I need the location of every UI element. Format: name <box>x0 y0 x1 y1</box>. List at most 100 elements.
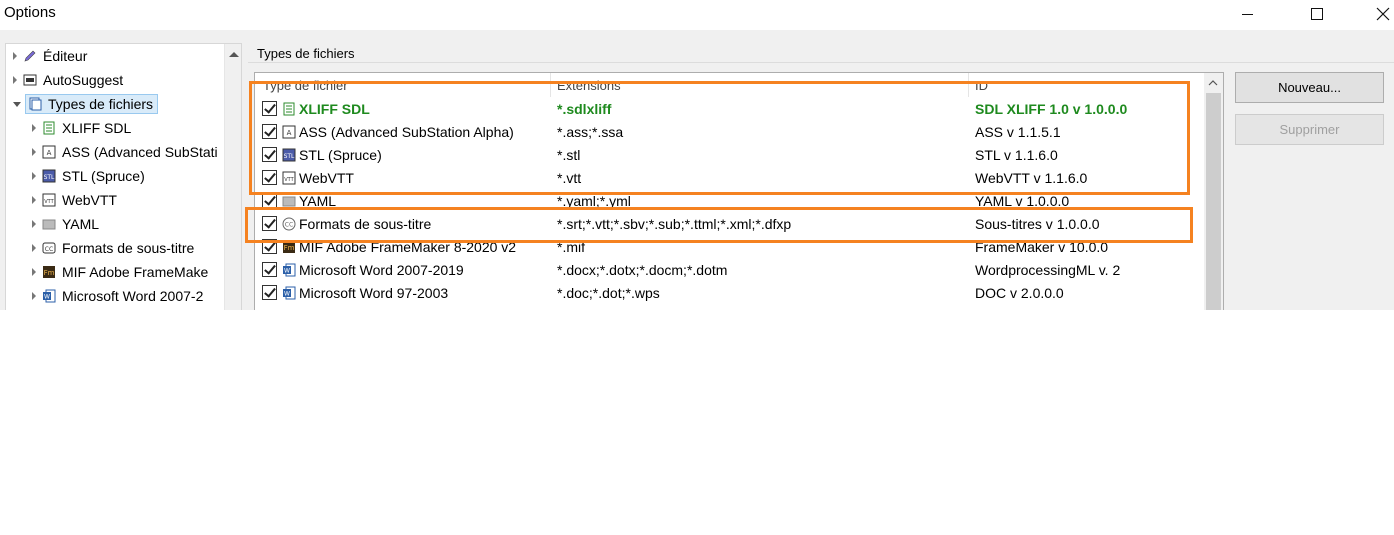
expand-arrow-icon[interactable] <box>13 52 17 60</box>
row-name: Microsoft Word 2007-2019 <box>299 262 464 278</box>
ass-icon: A <box>281 124 297 140</box>
column-header-type[interactable]: Type de fichier <box>263 78 348 93</box>
svg-text:W: W <box>284 268 290 275</box>
options-window: Options Éditeur AutoSuggest Types de fic… <box>0 0 1394 310</box>
row-checkbox[interactable] <box>262 170 277 185</box>
close-icon <box>1376 7 1390 21</box>
tree-item-mif[interactable]: Fm MIF Adobe FrameMake <box>32 260 208 284</box>
collapse-arrow-icon[interactable] <box>13 101 21 107</box>
tree-scrollbar[interactable] <box>224 44 241 310</box>
tree-item-ass[interactable]: A ASS (Advanced SubStati <box>32 140 218 164</box>
column-separator[interactable] <box>550 73 551 97</box>
tree-item-label: XLIFF SDL <box>62 120 132 136</box>
row-name: ASS (Advanced SubStation Alpha) <box>299 124 514 140</box>
fm-icon: Fm <box>281 239 297 255</box>
expand-arrow-icon[interactable] <box>32 172 36 180</box>
row-id: FrameMaker v 10.0.0 <box>975 239 1109 255</box>
column-header-id[interactable]: ID <box>975 78 988 93</box>
table-row[interactable]: VTT WebVTT *.vtt WebVTT v 1.1.6.0 <box>255 167 1205 190</box>
scroll-up-icon[interactable] <box>1208 79 1218 86</box>
row-name: MIF Adobe FrameMaker 8-2020 v2 <box>299 239 517 255</box>
row-name: STL (Spruce) <box>299 147 382 163</box>
tree-item-label: Formats de sous-titre <box>62 240 195 256</box>
minimize-button[interactable] <box>1224 0 1270 28</box>
table-row[interactable]: A ASS (Advanced SubStation Alpha) *.ass;… <box>255 121 1205 144</box>
tree-item-label: YAML <box>62 216 100 232</box>
expand-arrow-icon[interactable] <box>32 244 36 252</box>
tree-item-xliff-sdl[interactable]: XLIFF SDL <box>32 116 131 140</box>
tree-item-webvtt[interactable]: VTT WebVTT <box>32 188 117 212</box>
tree-item-word-2007[interactable]: W Microsoft Word 2007-2 <box>32 284 203 308</box>
tree-item-label: WebVTT <box>62 192 117 208</box>
pencil-icon <box>23 49 37 63</box>
row-checkbox[interactable] <box>262 239 277 254</box>
table-row[interactable]: W Microsoft Word 2007-2019 *.docx;*.dotx… <box>255 259 1205 282</box>
tree-item-formats-sous-titre[interactable]: CC Formats de sous-titre <box>32 236 194 260</box>
cc-icon: CC <box>281 216 297 232</box>
table-row[interactable]: W Microsoft Word 97-2003 *.doc;*.dot;*.w… <box>255 282 1205 305</box>
tree-item-label: Types de fichiers <box>48 96 154 112</box>
expand-arrow-icon[interactable] <box>32 220 36 228</box>
expand-arrow-icon[interactable] <box>32 148 36 156</box>
row-name: WebVTT <box>299 170 354 186</box>
word-icon: W <box>281 285 297 301</box>
row-checkbox[interactable] <box>262 101 277 116</box>
tree-item-selected[interactable]: Types de fichiers <box>25 94 159 114</box>
cc-icon: CC <box>42 241 56 255</box>
svg-text:STL: STL <box>284 153 295 160</box>
row-checkbox[interactable] <box>262 216 277 231</box>
expand-arrow-icon[interactable] <box>32 196 36 204</box>
svg-text:CC: CC <box>285 222 293 229</box>
list-scrollbar[interactable] <box>1204 73 1223 310</box>
scroll-up-icon[interactable] <box>229 52 239 57</box>
row-checkbox[interactable] <box>262 285 277 300</box>
row-extensions: *.srt;*.vtt;*.sbv;*.sub;*.ttml;*.xml;*.d… <box>557 216 792 232</box>
close-button[interactable] <box>1360 0 1394 28</box>
table-row[interactable]: YAML *.yaml;*.yml YAML v 1.0.0.0 <box>255 190 1205 213</box>
maximize-button[interactable] <box>1294 0 1340 28</box>
file-types-icon <box>28 97 42 111</box>
table-row[interactable]: STL STL (Spruce) *.stl STL v 1.1.6.0 <box>255 144 1205 167</box>
row-id: Sous-titres v 1.0.0.0 <box>975 216 1100 232</box>
tree-item-label: Éditeur <box>43 48 88 64</box>
tree-item-types-de-fichiers[interactable]: Types de fichiers <box>13 92 159 116</box>
minimize-icon <box>1241 13 1253 15</box>
tree-item-stl[interactable]: STL STL (Spruce) <box>32 164 145 188</box>
row-id: YAML v 1.0.0.0 <box>975 193 1070 209</box>
expand-arrow-icon[interactable] <box>32 124 36 132</box>
list-scroll-thumb[interactable] <box>1206 93 1221 310</box>
row-name: XLIFF SDL <box>299 101 370 117</box>
column-header-extensions[interactable]: Extensions <box>557 78 621 93</box>
xliff-icon <box>281 101 297 117</box>
delete-button[interactable]: Supprimer <box>1235 114 1384 145</box>
svg-text:A: A <box>287 129 292 137</box>
expand-arrow-icon[interactable] <box>13 76 17 84</box>
vtt-icon: VTT <box>42 193 56 207</box>
file-types-list[interactable]: Type de fichier Extensions ID XLIFF SDL … <box>254 72 1224 310</box>
table-row[interactable]: CC Formats de sous-titre *.srt;*.vtt;*.s… <box>255 213 1205 236</box>
table-row[interactable]: Fm MIF Adobe FrameMaker 8-2020 v2 *.mif … <box>255 236 1205 259</box>
expand-arrow-icon[interactable] <box>32 268 36 276</box>
stl-icon: STL <box>281 147 297 163</box>
row-checkbox[interactable] <box>262 147 277 162</box>
new-button[interactable]: Nouveau... <box>1235 72 1384 103</box>
tree-item-label: MIF Adobe FrameMake <box>62 264 209 280</box>
row-extensions: *.ass;*.ssa <box>557 124 624 140</box>
row-checkbox[interactable] <box>262 124 277 139</box>
row-extensions: *.doc;*.dot;*.wps <box>557 285 660 301</box>
tree-item-label: AutoSuggest <box>43 72 124 88</box>
table-row[interactable]: XLIFF SDL *.sdlxliff SDL XLIFF 1.0 v 1.0… <box>255 98 1205 121</box>
tree-item-yaml[interactable]: YAML <box>32 212 99 236</box>
row-name: Microsoft Word 97-2003 <box>299 285 449 301</box>
row-id: DOC v 2.0.0.0 <box>975 285 1064 301</box>
options-tree[interactable]: Éditeur AutoSuggest Types de fichiers XL <box>5 43 242 310</box>
row-checkbox[interactable] <box>262 262 277 277</box>
tree-item-autosuggest[interactable]: AutoSuggest <box>13 68 123 92</box>
row-checkbox[interactable] <box>262 193 277 208</box>
row-extensions: *.stl <box>557 147 581 163</box>
tree-item-editeur[interactable]: Éditeur <box>13 44 87 68</box>
expand-arrow-icon[interactable] <box>32 292 36 300</box>
column-separator[interactable] <box>968 73 969 97</box>
row-id: ASS v 1.1.5.1 <box>975 124 1061 140</box>
group-title: Types de fichiers <box>257 46 355 61</box>
